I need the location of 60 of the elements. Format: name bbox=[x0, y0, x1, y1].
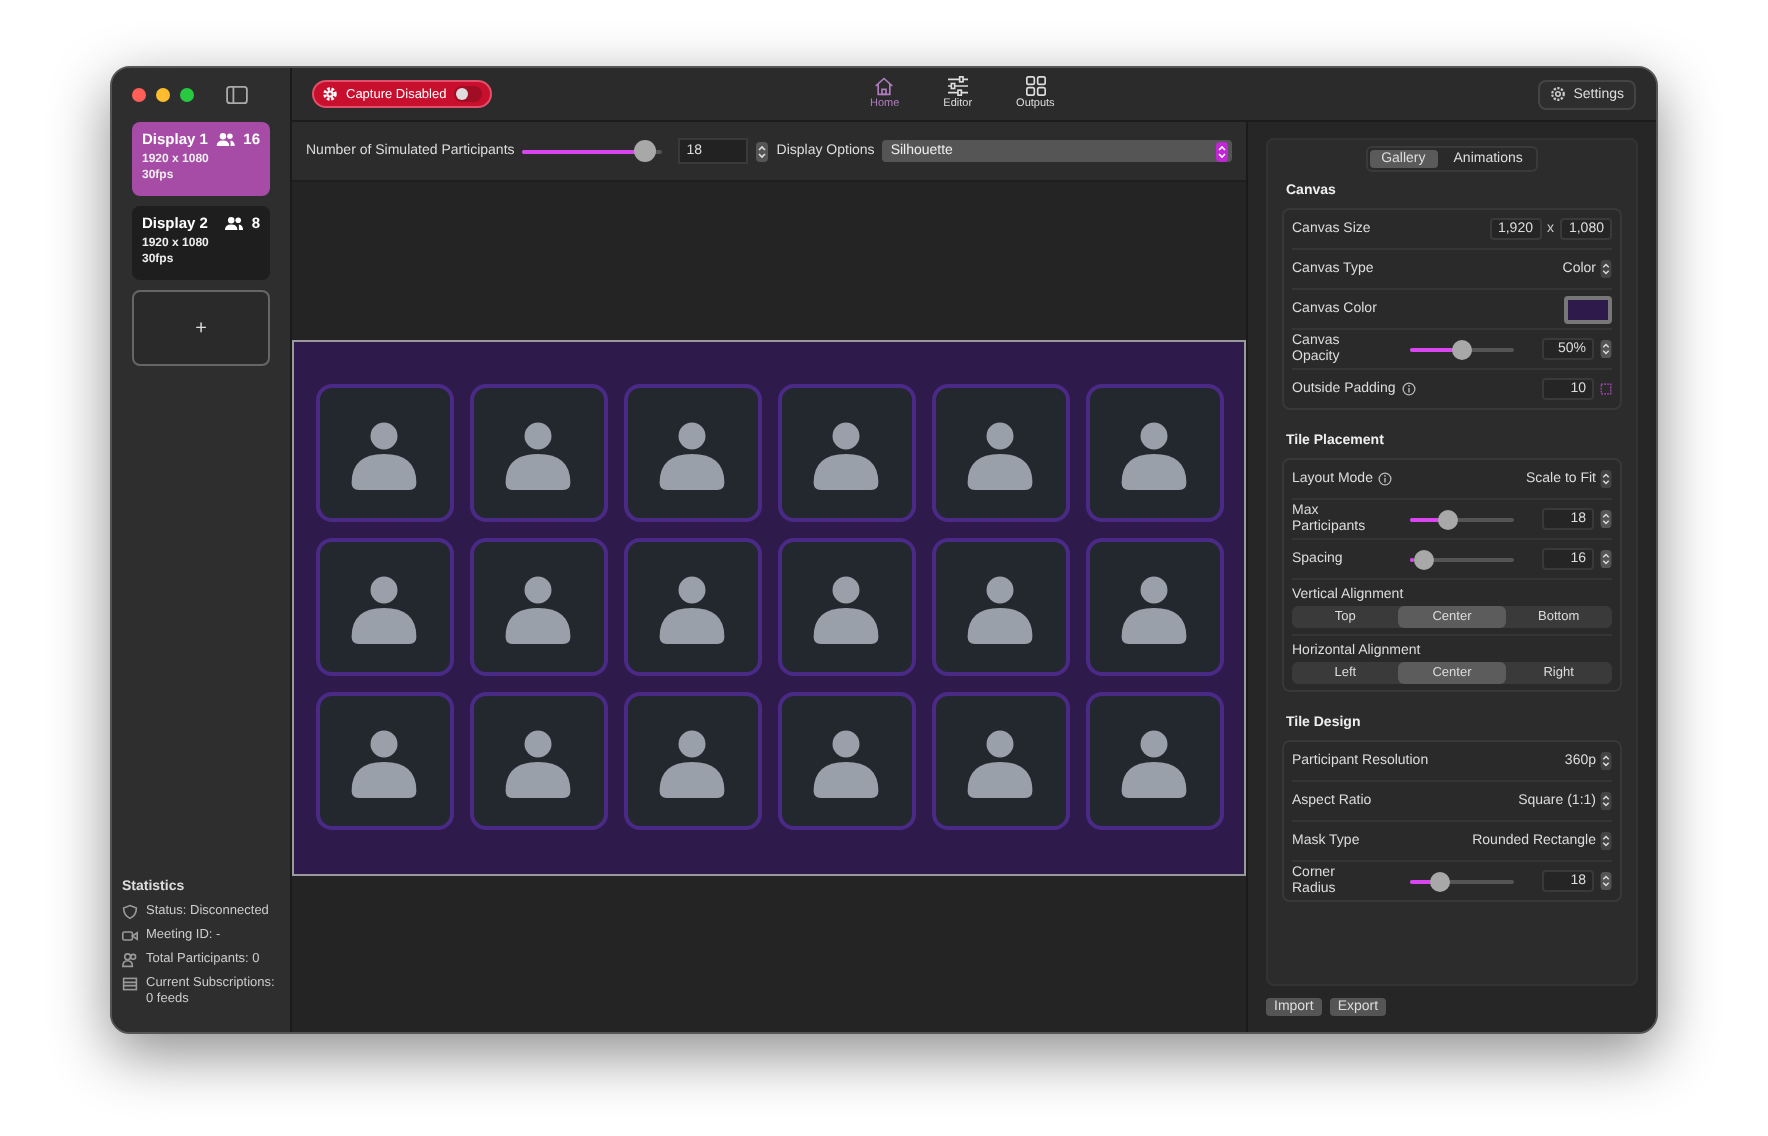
list-icon bbox=[122, 976, 138, 992]
person-silhouette-icon bbox=[1118, 725, 1190, 797]
slider-thumb[interactable] bbox=[1413, 550, 1434, 570]
chevron-icon bbox=[1600, 752, 1612, 770]
minimize-button[interactable] bbox=[156, 88, 170, 102]
participants-slider[interactable] bbox=[522, 140, 663, 162]
person-silhouette-icon bbox=[1118, 571, 1190, 643]
stepper-icon[interactable] bbox=[756, 141, 769, 161]
chevron-icon bbox=[1600, 832, 1612, 850]
stepper-icon[interactable] bbox=[1600, 510, 1612, 528]
setting-slider[interactable] bbox=[1409, 548, 1513, 570]
toggle-switch[interactable] bbox=[454, 86, 483, 102]
add-display-button[interactable]: + bbox=[132, 290, 270, 366]
slider-thumb[interactable] bbox=[634, 140, 657, 162]
person-silhouette-icon bbox=[964, 571, 1036, 643]
person-silhouette-icon bbox=[656, 571, 728, 643]
person-silhouette-icon bbox=[656, 417, 728, 489]
person-silhouette-icon bbox=[1118, 417, 1190, 489]
person-silhouette-icon bbox=[348, 417, 420, 489]
stepper-icon[interactable] bbox=[1600, 872, 1612, 890]
slider-thumb[interactable] bbox=[1438, 510, 1459, 530]
person-silhouette-icon bbox=[964, 417, 1036, 489]
color-well[interactable] bbox=[1564, 295, 1612, 323]
zoom-button[interactable] bbox=[180, 88, 194, 102]
person-silhouette-icon bbox=[810, 417, 882, 489]
people-icon bbox=[215, 132, 236, 146]
chevron-icon bbox=[1600, 792, 1612, 810]
person-silhouette-icon bbox=[502, 417, 574, 489]
slider-thumb[interactable] bbox=[1451, 340, 1471, 360]
person-silhouette-icon bbox=[810, 571, 882, 643]
person-silhouette-icon bbox=[656, 725, 728, 797]
people-icon bbox=[223, 216, 244, 230]
person-silhouette-icon bbox=[810, 725, 882, 797]
grid-icon bbox=[1023, 76, 1048, 96]
setting-slider[interactable] bbox=[1409, 870, 1513, 892]
close-button[interactable] bbox=[132, 88, 146, 102]
sliders-icon bbox=[945, 76, 970, 96]
person-silhouette-icon bbox=[964, 725, 1036, 797]
slider-thumb[interactable] bbox=[1430, 872, 1450, 892]
shield-icon bbox=[122, 904, 138, 920]
sidebar-toggle-icon[interactable] bbox=[226, 86, 248, 104]
video-camera-icon bbox=[122, 928, 138, 944]
stepper-icon[interactable] bbox=[1600, 550, 1612, 568]
setting-slider[interactable] bbox=[1409, 338, 1513, 360]
padding-square-icon[interactable] bbox=[1600, 380, 1612, 398]
chevron-icon bbox=[1600, 260, 1612, 278]
chevron-icon bbox=[1216, 141, 1228, 161]
setting-slider[interactable] bbox=[1409, 508, 1513, 530]
person-silhouette-icon bbox=[348, 571, 420, 643]
stepper-icon[interactable] bbox=[1600, 340, 1612, 358]
gear-icon bbox=[322, 86, 338, 102]
chevron-icon bbox=[1600, 470, 1612, 488]
info-icon[interactable] bbox=[1378, 472, 1393, 486]
person-silhouette-icon bbox=[348, 725, 420, 797]
person-silhouette-icon bbox=[502, 571, 574, 643]
person-silhouette-icon bbox=[502, 725, 574, 797]
settings-icon bbox=[1549, 86, 1566, 102]
home-icon bbox=[872, 76, 897, 96]
info-icon[interactable] bbox=[1401, 382, 1416, 396]
people-icon bbox=[122, 952, 138, 968]
